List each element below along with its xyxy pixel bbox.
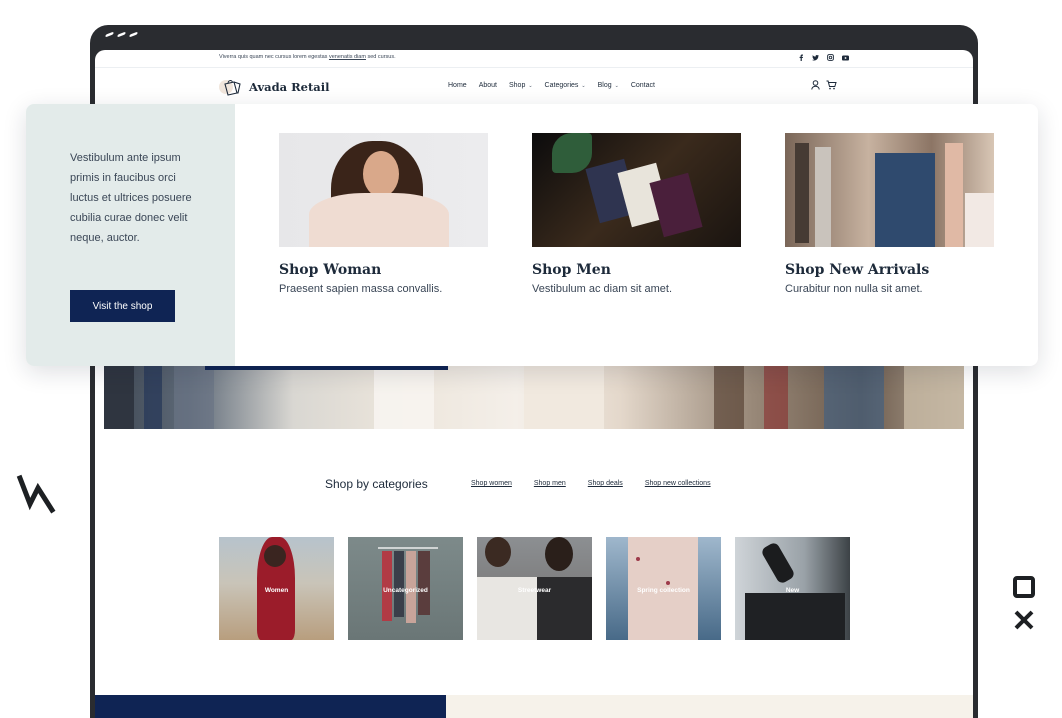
top-bar-link[interactable]: venenatis diam xyxy=(329,54,366,60)
square-close-decoration-icon xyxy=(1013,576,1035,630)
cart-icon[interactable] xyxy=(826,80,837,90)
social-links xyxy=(797,54,849,61)
facebook-icon[interactable] xyxy=(797,54,804,61)
category-tile-spring-collection[interactable]: Spring collection xyxy=(606,537,721,640)
nav-shop-label: Shop xyxy=(508,82,526,89)
chevron-down-icon: ⌄ xyxy=(614,82,619,89)
nav-blog[interactable]: Blog ⌄ xyxy=(598,82,619,89)
mega-card-shop-woman[interactable]: Shop Woman Praesent sapien massa convall… xyxy=(279,133,488,295)
nav-categories[interactable]: Categories ⌄ xyxy=(545,82,586,89)
shopping-bags-logo-icon[interactable] xyxy=(219,77,243,97)
site-header: Avada Retail Home About Shop ⌄ Categories… xyxy=(95,68,973,106)
nav-categories-label: Categories xyxy=(544,82,579,89)
top-bar-text: Viverra quis quam nec cursus lorem egest… xyxy=(219,54,396,60)
chevron-down-icon: ⌄ xyxy=(528,82,533,89)
nav-about-label: About xyxy=(478,82,497,89)
logo-text[interactable]: Avada Retail xyxy=(249,80,329,94)
card-subtitle: Vestibulum ac diam sit amet. xyxy=(532,283,673,295)
link-shop-women[interactable]: Shop women xyxy=(471,480,512,487)
header-icons xyxy=(811,80,837,90)
categories-title: Shop by categories xyxy=(325,477,428,491)
mega-menu-description: Vestibulum ante ipsum primis in faucibus… xyxy=(70,152,192,244)
link-shop-men[interactable]: Shop men xyxy=(534,480,566,487)
nav-shop[interactable]: Shop ⌄ xyxy=(509,82,533,89)
shop-woman-image[interactable] xyxy=(279,133,488,247)
category-tile-label: Uncategorized xyxy=(383,587,428,594)
zigzag-decoration-icon xyxy=(16,474,56,514)
shop-mega-menu: Vestibulum ante ipsum primis in faucibus… xyxy=(26,104,1038,366)
nav-about[interactable]: About xyxy=(479,82,497,89)
top-bar: Viverra quis quam nec cursus lorem egest… xyxy=(95,50,973,68)
category-tile-label: New xyxy=(785,587,800,594)
instagram-icon[interactable] xyxy=(827,54,834,61)
category-tile-label: Women xyxy=(264,587,289,594)
category-tile-uncategorized[interactable]: Uncategorized xyxy=(348,537,463,640)
top-bar-text-after: sed cursus. xyxy=(367,54,396,60)
nav-contact[interactable]: Contact xyxy=(631,82,655,89)
nav-home-label: Home xyxy=(448,82,467,89)
link-shop-deals[interactable]: Shop deals xyxy=(588,480,623,487)
categories-links: Shop women Shop men Shop deals Shop new … xyxy=(471,480,711,487)
category-tile-new[interactable]: New xyxy=(735,537,850,640)
twitter-icon[interactable] xyxy=(812,54,819,61)
footer-band-cream xyxy=(446,695,973,718)
shop-men-image[interactable] xyxy=(532,133,741,247)
category-tile-label: Spring collection xyxy=(637,587,690,594)
link-shop-new-collections[interactable]: Shop new collections xyxy=(645,480,711,487)
mega-menu-sidebar: Vestibulum ante ipsum primis in faucibus… xyxy=(26,104,235,366)
nav-blog-label: Blog xyxy=(597,82,612,89)
main-nav: Home About Shop ⌄ Categories ⌄ Blog ⌄ Conta… xyxy=(448,82,655,89)
nav-contact-label: Contact xyxy=(630,82,655,89)
footer-band-navy xyxy=(95,695,446,718)
user-icon[interactable] xyxy=(811,80,820,90)
category-tile-women[interactable]: Women xyxy=(219,537,334,640)
visit-shop-button[interactable]: Visit the shop xyxy=(70,290,175,322)
top-bar-text-before: Viverra quis quam nec cursus lorem egest… xyxy=(219,54,328,60)
window-dots xyxy=(105,31,138,38)
category-tile-label: Streetwear xyxy=(517,587,552,594)
card-subtitle: Praesent sapien massa convallis. xyxy=(279,283,443,295)
category-tiles: Women Uncategorized Streetwear Spring co… xyxy=(219,537,850,640)
card-title[interactable]: Shop Woman xyxy=(279,262,488,278)
card-title[interactable]: Shop New Arrivals xyxy=(785,262,994,278)
shop-new-arrivals-image[interactable] xyxy=(785,133,994,247)
youtube-icon[interactable] xyxy=(842,54,849,61)
mega-card-shop-new-arrivals[interactable]: Shop New Arrivals Curabitur non nulla si… xyxy=(785,133,994,295)
chevron-down-icon: ⌄ xyxy=(581,82,586,89)
nav-home[interactable]: Home xyxy=(448,82,467,89)
page: Viverra quis quam nec cursus lorem egest… xyxy=(0,0,1062,718)
category-tile-streetwear[interactable]: Streetwear xyxy=(477,537,592,640)
card-title[interactable]: Shop Men xyxy=(532,262,741,278)
card-subtitle: Curabitur non nulla sit amet. xyxy=(785,283,923,295)
mega-card-shop-men[interactable]: Shop Men Vestibulum ac diam sit amet. xyxy=(532,133,741,295)
